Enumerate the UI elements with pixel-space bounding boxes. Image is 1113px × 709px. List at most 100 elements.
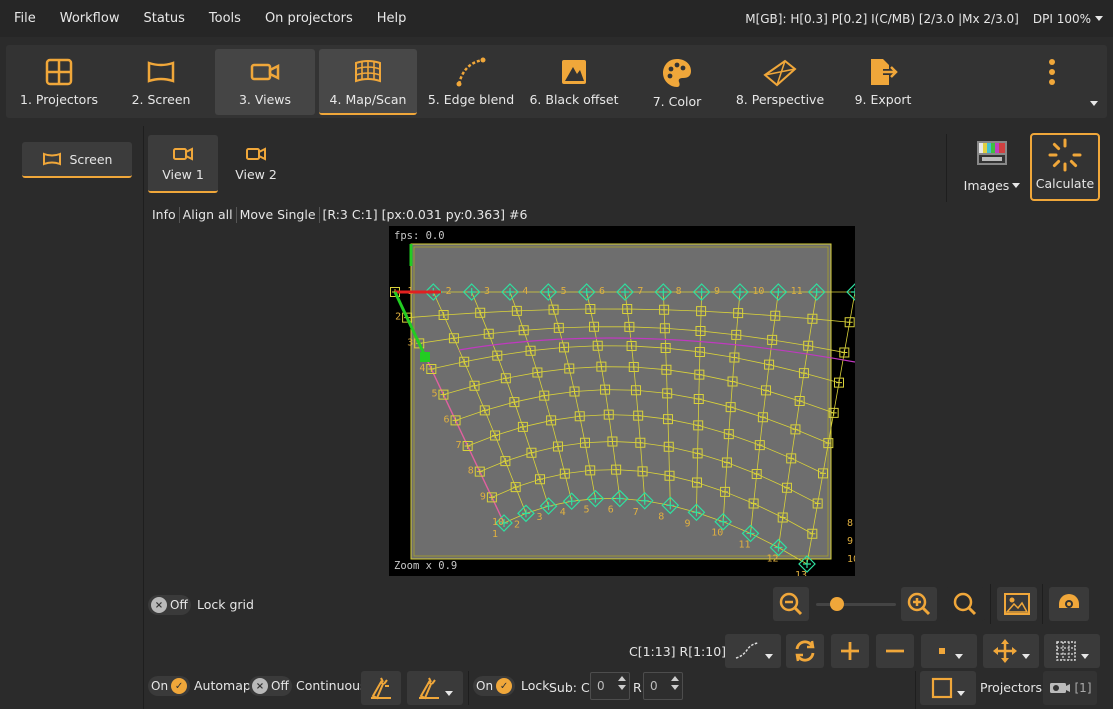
curve-mode-dropdown[interactable] [725,634,781,668]
step-projectors[interactable]: 1. Projectors [12,49,106,115]
step-color[interactable]: 7. Color [630,49,724,115]
main-area: View 1 View 2 Images Calculate Info Alig… [145,126,1107,709]
zoom-out-button[interactable] [773,587,809,621]
lock-label: Lock [521,678,550,693]
chevron-down-icon [445,690,453,696]
move-mode-dropdown[interactable] [983,634,1039,668]
images-button[interactable]: Images [963,140,1021,200]
lock-grid-toggle[interactable]: × Off [148,595,191,615]
screen-button-label: Screen [69,151,113,167]
export-icon [871,59,898,85]
zoom-slider[interactable] [816,603,896,606]
step-perspective[interactable]: 8. Perspective [732,49,828,115]
toggle-state: Off [271,679,289,693]
zoom-slider-handle[interactable] [830,597,844,611]
right-number: 10 [847,554,855,565]
step-black-offset[interactable]: 6. Black offset [526,49,622,115]
tab-view-2[interactable]: View 2 [221,135,291,193]
step-label: 6. Black offset [529,92,619,107]
row-number: 10 [492,517,504,528]
palette-icon [663,59,691,87]
continuous-toggle[interactable]: × Off [249,676,292,696]
step-views[interactable]: 3. Views [215,49,315,115]
info-bar: Info Align all Move Single [R:3 C:1] [px… [149,207,530,223]
step-export[interactable]: 9. Export [836,49,930,115]
selection-shape-dropdown[interactable] [920,671,976,705]
menu-on-projectors[interactable]: On projectors [253,11,365,26]
check-icon: ✓ [171,678,188,694]
column-number: 4 [522,286,528,297]
point-size-dropdown[interactable] [921,634,977,668]
column-number: 8 [676,286,682,297]
automap-toggle[interactable]: On ✓ [148,676,191,696]
app-window: File Workflow Status Tools On projectors… [0,0,1113,709]
chevron-down-icon[interactable] [618,685,626,690]
sub-c-input[interactable]: 0 [590,672,630,700]
menu-status[interactable]: Status [131,11,196,26]
sub-r-input[interactable]: 0 [643,672,683,700]
chevron-down-icon [1012,183,1021,188]
lock-toggle[interactable]: On ✓ [473,676,516,696]
selected-node[interactable] [420,352,430,362]
screen-button[interactable]: Screen [22,142,132,178]
tab-label: View 2 [235,167,277,182]
menu-help[interactable]: Help [365,11,419,26]
screen-icon [42,152,61,166]
zoom-fit-button[interactable] [945,587,985,621]
memory-status-text: M[GB]: H[0.3] P[0.2] I(C/MB) [2/3.0 |Mx … [745,11,1019,26]
bottom-number: 3 [537,512,543,523]
grid-icon [1056,641,1076,661]
chevron-up-icon[interactable] [671,676,679,681]
menu-workflow[interactable]: Workflow [48,11,132,26]
step-map-scan[interactable]: 4. Map/Scan [319,49,417,115]
divider [946,134,947,202]
step-screen[interactable]: 2. Screen [114,49,208,115]
bottom-number: 11 [739,539,751,550]
step-label: 7. Color [652,94,702,109]
grid-node[interactable] [834,377,844,388]
warp-viewport[interactable]: 1234567891011123456789101234567891011121… [389,226,855,576]
align-all-button[interactable]: Align all [180,207,237,223]
row-number: 7 [456,440,462,451]
auto-tool-dropdown[interactable] [407,671,463,705]
remove-column-button[interactable] [876,634,914,668]
step-label: 5. Edge blend [427,92,515,107]
memory-status: M[GB]: H[0.3] P[0.2] I(C/MB) [2/3.0 |Mx … [745,0,1113,37]
calculate-button[interactable]: Calculate [1030,133,1100,201]
refresh-icon [795,640,815,662]
bottom-number: 2 [514,519,520,530]
tab-view-1[interactable]: View 1 [148,135,218,193]
capture-image-button[interactable] [997,587,1037,621]
move-single-button[interactable]: Move Single [237,207,320,223]
stepper-arrows[interactable] [618,676,626,690]
more-options-button[interactable] [1041,57,1063,91]
grid-mode-dropdown[interactable] [1044,634,1100,668]
toolbar-expand-icon[interactable] [1090,101,1098,106]
auto-tool-button[interactable] [361,671,401,705]
tab-label: View 1 [162,167,204,182]
menu-tools[interactable]: Tools [197,11,253,26]
step-edge-blend[interactable]: 5. Edge blend [424,49,518,115]
menu-file[interactable]: File [0,11,48,26]
stepper-arrows[interactable] [671,676,679,690]
refresh-button[interactable] [786,634,824,668]
chevron-up-icon[interactable] [618,676,626,681]
chevron-down-icon[interactable] [671,685,679,690]
warp-canvas[interactable]: 1234567891011123456789101234567891011121… [389,226,855,576]
grid-size-readout: C[1:13] R[1:10] [629,644,727,659]
grid-node[interactable] [839,347,850,358]
more-vertical-icon [1049,59,1055,85]
camera-settings-button[interactable] [1049,587,1089,621]
images-label: Images [963,178,1010,193]
column-number: 6 [599,286,605,297]
image-capture-icon [1004,593,1030,615]
projectors-selector[interactable]: [1] [1043,671,1097,705]
map-scan-icon [355,60,381,83]
dpi-selector[interactable]: DPI 100% [1033,12,1103,26]
zoom-in-button[interactable] [901,587,937,621]
add-column-button[interactable] [831,634,869,668]
info-button[interactable]: Info [149,207,180,223]
row-number: 2 [395,312,401,323]
bottom-number: 10 [711,528,723,539]
black-offset-icon [562,60,586,84]
